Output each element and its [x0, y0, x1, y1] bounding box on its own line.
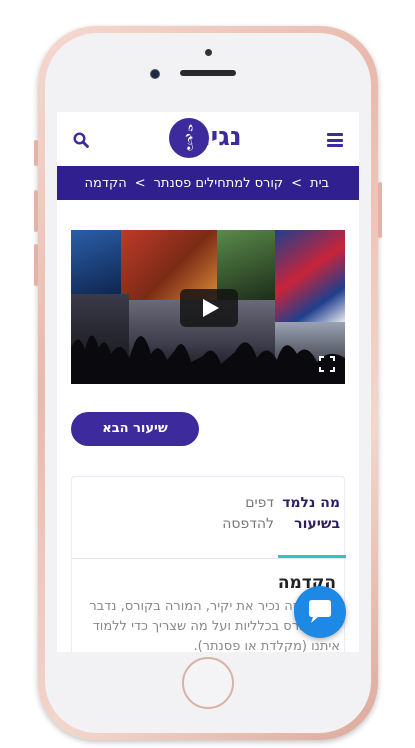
- tab-print-pages[interactable]: דפים להדפסה: [208, 493, 274, 535]
- breadcrumb-separator: >: [291, 175, 303, 191]
- search-icon[interactable]: [73, 132, 89, 148]
- logo-text: נגינה: [181, 122, 242, 152]
- breadcrumb: בית > קורס למתחילים פסנתר > הקדמה: [57, 166, 359, 200]
- tab-what-we-learn[interactable]: מה נלמד בשיעור: [278, 493, 340, 535]
- fullscreen-icon[interactable]: [319, 356, 335, 372]
- video-player[interactable]: [71, 230, 345, 384]
- breadcrumb-course[interactable]: קורס למתחילים פסנתר: [154, 176, 284, 191]
- screen: 𝄞 נגינה בית > קורס למתחילים פסנתר > הקדמ…: [57, 112, 359, 652]
- earpiece-speaker: [180, 70, 236, 76]
- chat-button[interactable]: [294, 586, 346, 638]
- breadcrumb-current: הקדמה: [84, 175, 127, 191]
- front-camera: [150, 69, 160, 79]
- volume-up-button: [34, 190, 38, 232]
- tab-divider: [72, 558, 346, 559]
- side-button: [34, 140, 38, 166]
- power-button: [378, 182, 382, 238]
- proximity-sensor: [205, 49, 212, 56]
- breadcrumb-home[interactable]: בית: [310, 176, 329, 191]
- site-header: 𝄞 נגינה: [57, 112, 359, 166]
- home-button[interactable]: [182, 657, 234, 709]
- site-logo[interactable]: 𝄞 נגינה: [167, 116, 253, 160]
- breadcrumb-separator: >: [134, 175, 146, 191]
- play-icon[interactable]: [180, 289, 238, 327]
- hamburger-icon[interactable]: [327, 133, 343, 147]
- volume-down-button: [34, 244, 38, 286]
- next-lesson-button[interactable]: שיעור הבא: [71, 412, 199, 446]
- chat-bubble-icon: [309, 600, 331, 623]
